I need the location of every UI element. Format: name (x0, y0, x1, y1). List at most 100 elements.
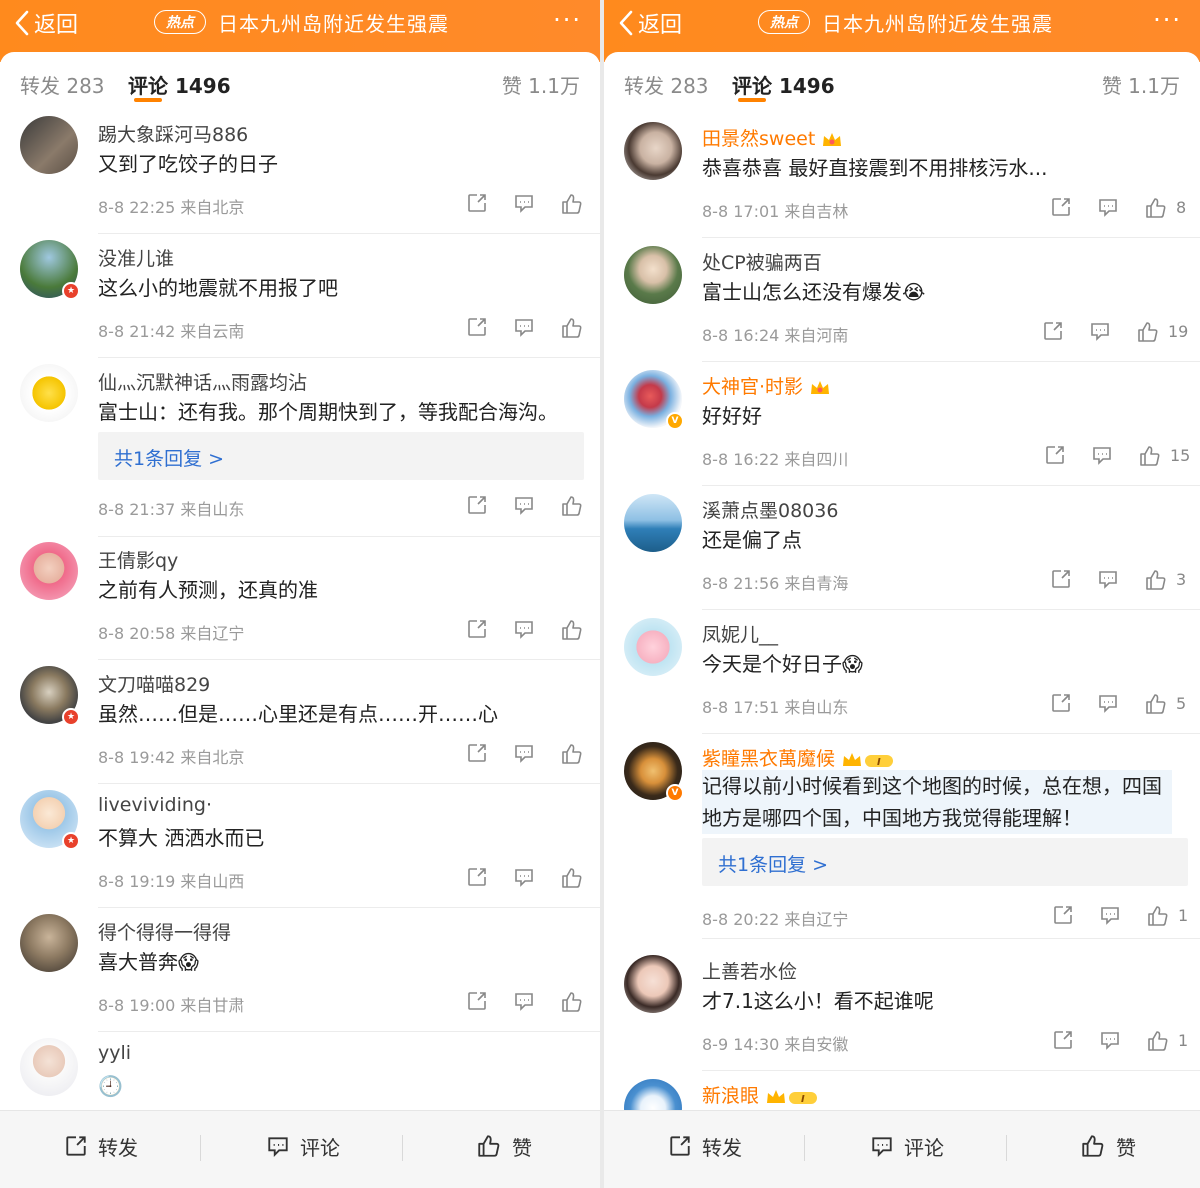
like-icon[interactable] (1146, 904, 1170, 928)
avatar-image (20, 914, 78, 972)
comment-username[interactable]: 踢大象踩河马886 (98, 120, 248, 147)
comment-username[interactable]: 仙灬沉默神话灬雨露均沾 (98, 368, 307, 395)
like-icon[interactable] (1144, 692, 1168, 716)
comment-icon[interactable] (1089, 320, 1111, 342)
comment-icon[interactable] (513, 494, 535, 516)
tab-repost[interactable]: 转发 283 (624, 70, 709, 99)
reply-summary[interactable]: 共1条回复 > (702, 838, 1188, 886)
like-icon[interactable] (560, 742, 584, 766)
comment-icon[interactable] (1097, 692, 1119, 714)
repost-icon[interactable] (1050, 196, 1072, 218)
comment-username[interactable]: 凤妮儿__ (702, 620, 778, 647)
topic-title[interactable]: 日本九州岛附近发生强震 (822, 8, 1053, 37)
comment-username[interactable]: 新浪眼 I (702, 1081, 819, 1108)
comment-icon[interactable] (513, 990, 535, 1012)
repost-icon[interactable] (466, 990, 488, 1012)
avatar[interactable] (624, 494, 682, 552)
repost-icon[interactable] (466, 192, 488, 214)
repost-icon[interactable] (466, 316, 488, 338)
repost-icon[interactable] (466, 742, 488, 764)
comment-username[interactable]: 紫瞳黑衣萬魔候 I (702, 744, 895, 771)
reply-summary[interactable]: 共1条回复 > (98, 432, 584, 480)
bottom-repost-button[interactable]: 转发 (668, 1131, 742, 1161)
avatar[interactable] (624, 618, 682, 676)
comment-icon[interactable] (513, 866, 535, 888)
avatar[interactable] (624, 955, 682, 1013)
tab-comment[interactable]: 评论 1496 (128, 70, 231, 99)
like-icon[interactable] (560, 990, 584, 1014)
avatar[interactable] (624, 122, 682, 180)
like-icon[interactable] (560, 494, 584, 518)
tab-likes[interactable]: 赞 1.1万 (502, 70, 580, 99)
comment-username[interactable]: 上善若水俭 (702, 957, 797, 984)
repost-icon[interactable] (1050, 692, 1072, 714)
bottom-like-button[interactable]: 赞 (476, 1131, 532, 1161)
back-button[interactable]: 返回 (618, 6, 682, 40)
avatar[interactable]: ★ (20, 666, 80, 726)
avatar[interactable] (20, 116, 78, 174)
tab-likes[interactable]: 赞 1.1万 (1102, 70, 1180, 99)
comment-username[interactable]: 大神官·时影 (702, 372, 831, 399)
comment-username[interactable]: 得个得得一得得 (98, 918, 231, 945)
like-icon[interactable] (560, 618, 584, 642)
comment-icon[interactable] (513, 618, 535, 640)
comment-username[interactable]: 没准儿谁 (98, 244, 174, 271)
screenshot-pair: 返回 热点 日本九州岛附近发生强震 ··· 转发 283 评论 1496 赞 1… (0, 0, 1200, 1188)
topic-title[interactable]: 日本九州岛附近发生强震 (218, 8, 449, 37)
tab-comment[interactable]: 评论 1496 (732, 70, 835, 99)
avatar[interactable]: V (624, 742, 684, 802)
bottom-like-label: 赞 (512, 1135, 532, 1160)
tab-repost[interactable]: 转发 283 (20, 70, 105, 99)
comment-username[interactable]: 田景然sweet (702, 124, 843, 151)
avatar[interactable]: ★ (20, 240, 80, 300)
like-icon[interactable] (1146, 1029, 1170, 1053)
avatar[interactable] (20, 542, 78, 600)
repost-icon[interactable] (466, 494, 488, 516)
repost-icon[interactable] (1052, 1029, 1074, 1051)
like-icon[interactable] (560, 316, 584, 340)
comment-icon[interactable] (1091, 444, 1113, 466)
avatar[interactable] (624, 246, 682, 304)
avatar[interactable] (20, 364, 78, 422)
comment-icon[interactable] (513, 316, 535, 338)
comment-icon[interactable] (1099, 1029, 1121, 1051)
bottom-comment-button[interactable]: 评论 (266, 1131, 340, 1161)
comment-icon[interactable] (513, 192, 535, 214)
comment-username[interactable]: 溪萧点墨08036 (702, 496, 838, 523)
comment-icon[interactable] (1099, 904, 1121, 926)
divider (98, 536, 600, 537)
more-button[interactable]: ··· (1153, 8, 1182, 32)
repost-icon[interactable] (1052, 904, 1074, 926)
comment-icon[interactable] (1097, 568, 1119, 590)
comment-meta: 8-8 17:51 来自山东 (702, 698, 849, 717)
repost-icon[interactable] (1050, 568, 1072, 590)
avatar[interactable]: V (624, 370, 684, 430)
back-button[interactable]: 返回 (14, 6, 78, 40)
bottom-like-button[interactable]: 赞 (1080, 1131, 1136, 1161)
like-icon[interactable] (560, 192, 584, 216)
repost-icon[interactable] (466, 866, 488, 888)
comment-username[interactable]: 处CP被骗两百 (702, 248, 822, 275)
like-icon[interactable] (560, 866, 584, 890)
comment-icon[interactable] (1097, 196, 1119, 218)
like-icon[interactable] (1138, 444, 1162, 468)
comment-username[interactable]: yyli (98, 1042, 131, 1064)
avatar[interactable]: ★ (20, 790, 80, 850)
comment-actions: 1 (1052, 1029, 1192, 1053)
more-button[interactable]: ··· (553, 8, 582, 32)
bottom-comment-button[interactable]: 评论 (870, 1131, 944, 1161)
repost-icon[interactable] (466, 618, 488, 640)
avatar[interactable] (20, 914, 78, 972)
repost-icon[interactable] (1042, 320, 1064, 342)
comment-meta: 8-8 19:19 来自山西 (98, 872, 245, 891)
like-icon[interactable] (1144, 568, 1168, 592)
comment-icon[interactable] (513, 742, 535, 764)
like-icon[interactable] (1144, 196, 1168, 220)
comment-username[interactable]: livevividing· (98, 794, 212, 816)
comment-username[interactable]: 王倩影qy (98, 546, 178, 573)
like-icon[interactable] (1136, 320, 1160, 344)
comment-username[interactable]: 文刀喵喵829 (98, 670, 210, 697)
avatar[interactable] (20, 1038, 78, 1096)
bottom-repost-button[interactable]: 转发 (64, 1131, 138, 1161)
repost-icon[interactable] (1044, 444, 1066, 466)
